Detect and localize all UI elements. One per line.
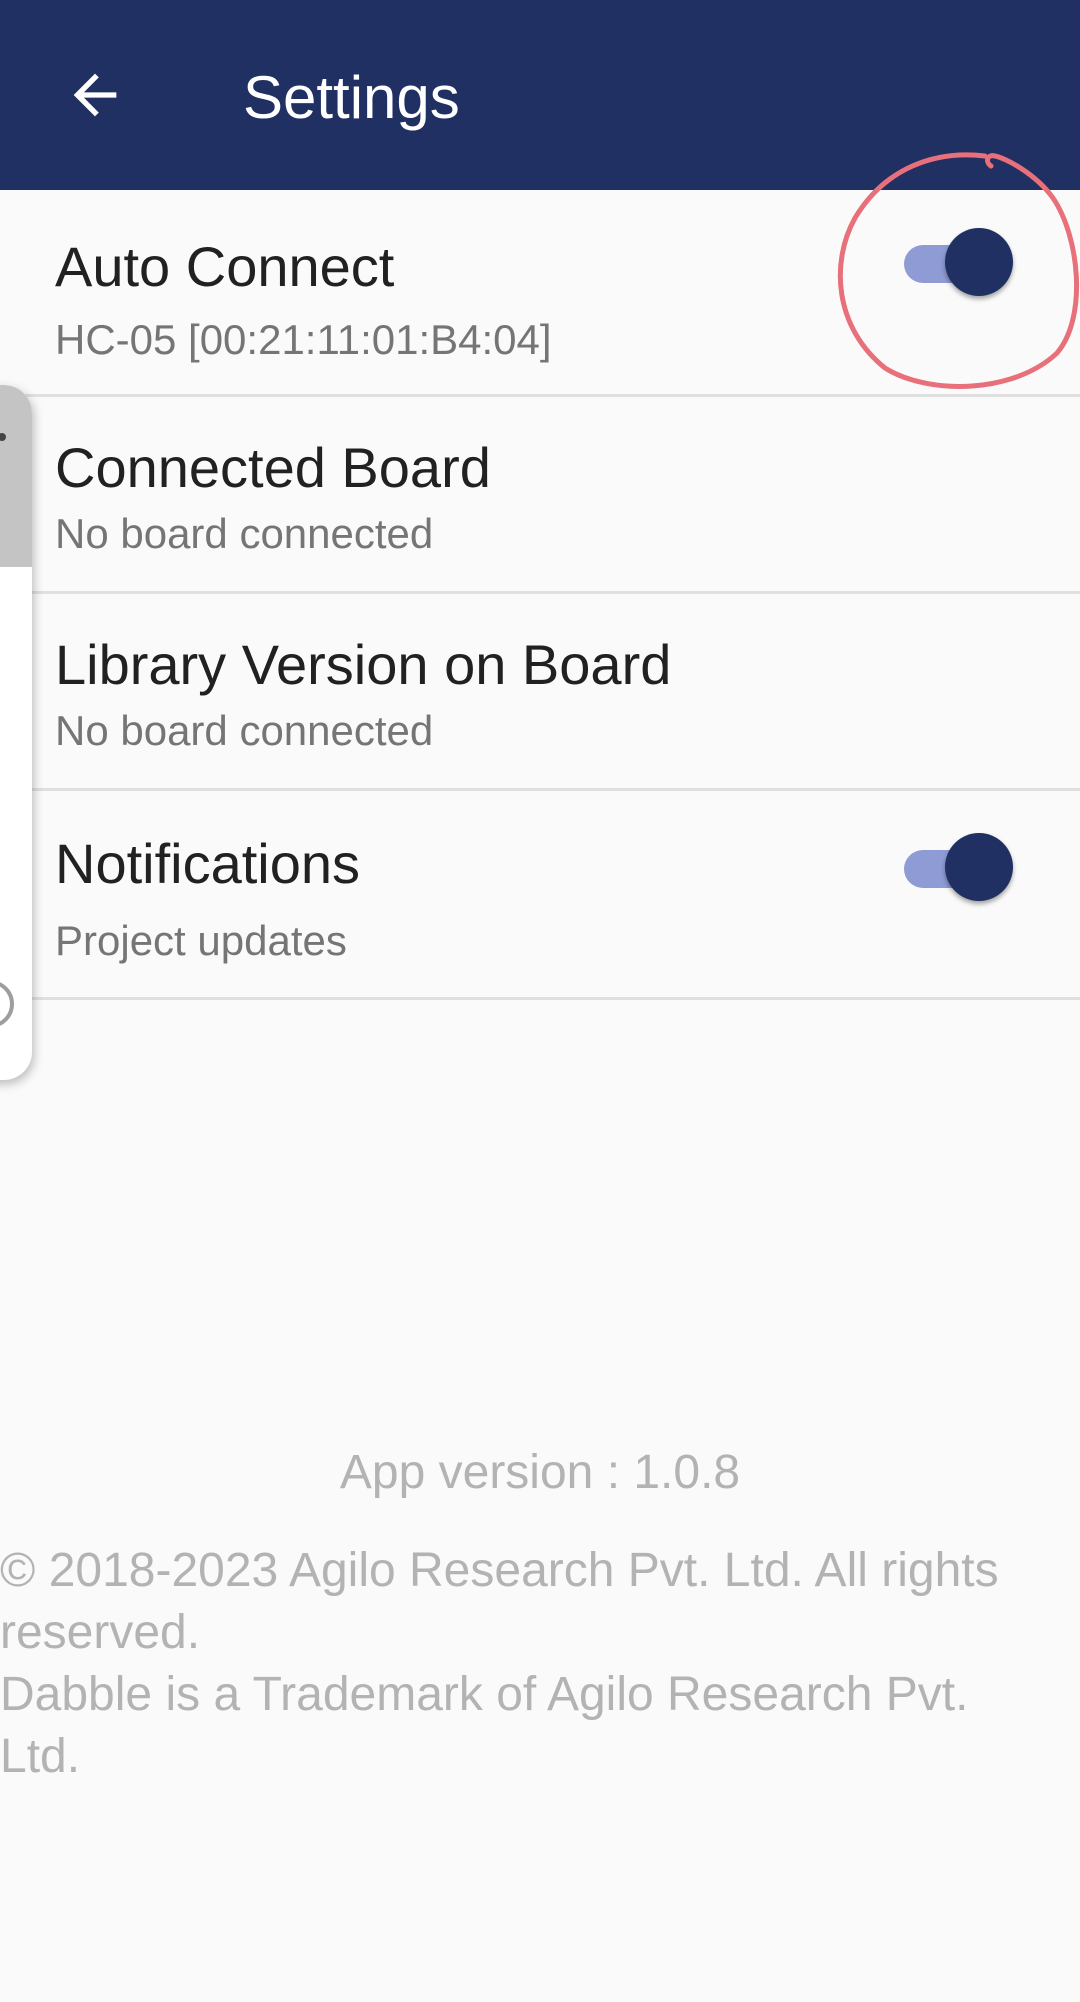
panel-header (0, 385, 32, 567)
setting-subtitle: No board connected (55, 510, 434, 557)
toggle-thumb (945, 228, 1013, 296)
setting-title: Library Version on Board (55, 633, 672, 696)
circle-icon (0, 980, 14, 1028)
page-title: Settings (243, 64, 460, 131)
setting-library-version[interactable]: Library Version on Board No board connec… (0, 594, 1080, 791)
setting-subtitle: No board connected (55, 707, 434, 754)
arrow-left-icon (73, 73, 117, 117)
setting-title: Auto Connect (55, 235, 395, 298)
copyright-text: © 2018-2023 Agilo Research Pvt. Ltd. All… (0, 1544, 999, 1783)
toggle-thumb (945, 833, 1013, 901)
settings-list: Auto Connect HC-05 [00:21:11:01:B4:04] C… (0, 190, 1080, 1000)
app-version: App version : 1.0.8 (339, 1446, 741, 1499)
app-bar: Settings (0, 0, 1080, 190)
setting-title: Notifications (55, 832, 361, 895)
setting-subtitle: HC-05 [00:21:11:01:B4:04] (55, 316, 552, 363)
floating-side-panel[interactable] (0, 385, 32, 1080)
setting-connected-board[interactable]: Connected Board No board connected (0, 397, 1080, 594)
notifications-toggle[interactable] (900, 833, 1015, 903)
setting-notifications[interactable]: Notifications Project updates (0, 791, 1080, 1000)
setting-title: Connected Board (55, 436, 491, 499)
setting-subtitle: Project updates (55, 917, 347, 964)
auto-connect-toggle[interactable] (900, 228, 1015, 298)
setting-auto-connect[interactable]: Auto Connect HC-05 [00:21:11:01:B4:04] (0, 190, 1080, 397)
divider (0, 997, 1080, 1000)
back-button[interactable] (40, 45, 150, 145)
